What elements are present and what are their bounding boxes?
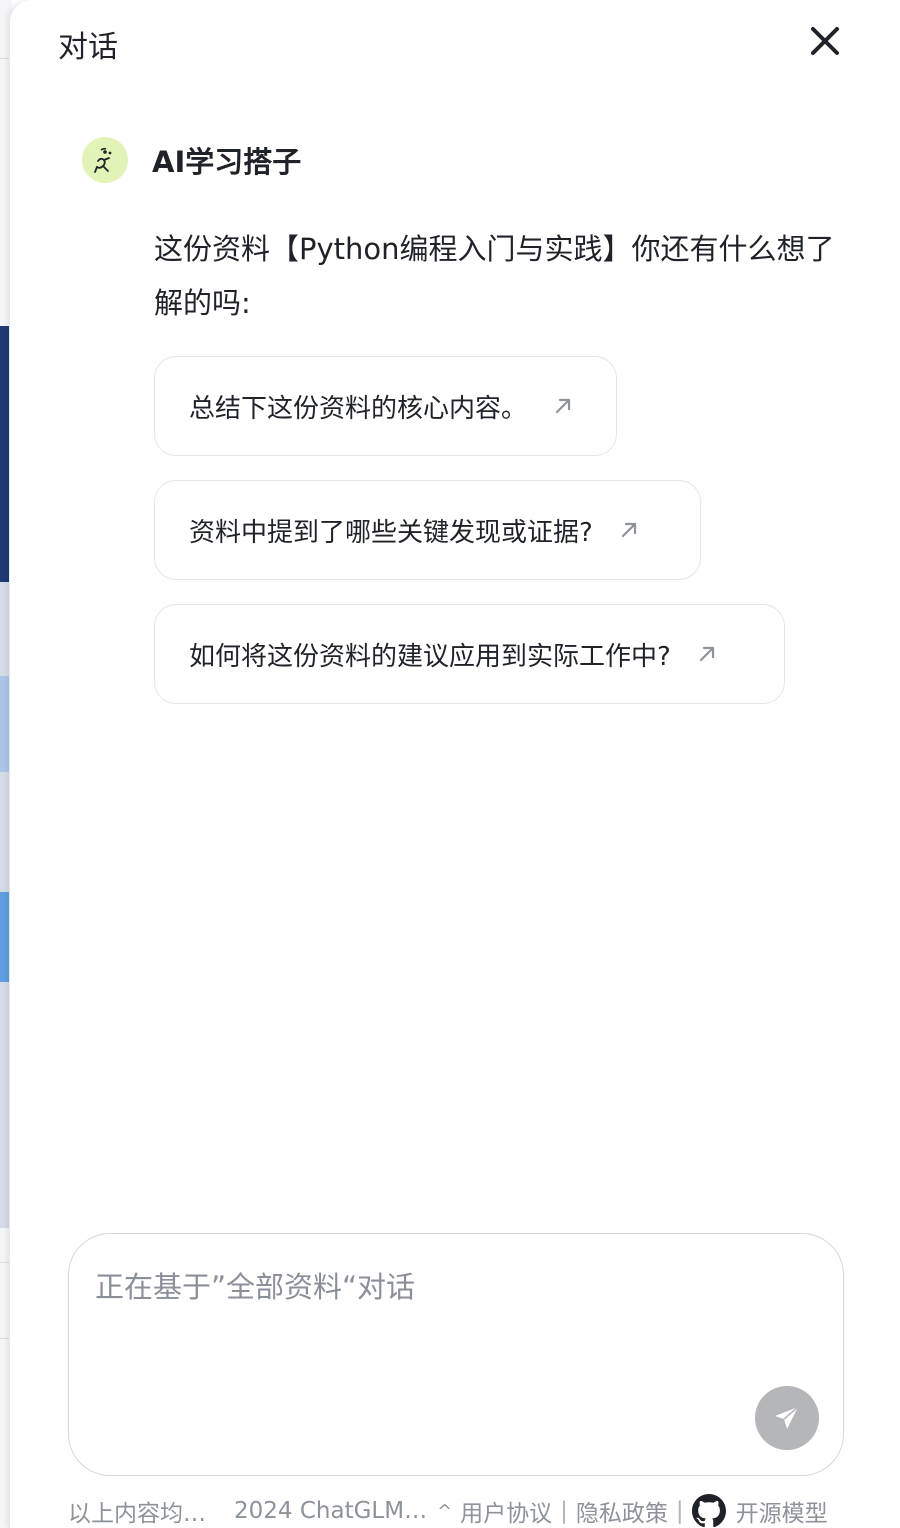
send-button[interactable] [755, 1386, 819, 1450]
mascot-avatar-icon [82, 137, 128, 183]
footer-copyright: 2024 ChatGLM… [234, 1498, 428, 1524]
github-icon [691, 1494, 726, 1528]
suggestion-label: 如何将这份资料的建议应用到实际工作中? [189, 641, 671, 672]
footer-separator: | [560, 1498, 568, 1524]
bot-name: AI学习搭子 [152, 145, 302, 179]
user-agreement-link[interactable]: 用户协议 [460, 1494, 552, 1528]
expand-caret-icon[interactable]: ^ [437, 1501, 452, 1522]
arrow-up-right-icon [619, 520, 639, 540]
bot-message: 这份资料【Python编程入门与实践】你还有什么想了解的吗: [154, 232, 835, 320]
suggestion-chip[interactable]: 如何将这份资料的建议应用到实际工作中? [154, 604, 785, 704]
open-source-model-link[interactable]: 开源模型 [736, 1494, 828, 1528]
chat-drawer: 对话 AI学习搭子 这份资料【Python编程入门与实践】你还有什么想了解的吗:… [9, 0, 900, 1528]
footer-separator: | [675, 1498, 684, 1524]
footer: 以上内容均… 2024 ChatGLM… ^ 用户协议 | 隐私政策 | 开源模… [68, 1494, 868, 1528]
close-button[interactable] [804, 20, 846, 62]
arrow-up-right-icon [697, 644, 717, 664]
suggestion-chip[interactable]: 总结下这份资料的核心内容。 [154, 356, 617, 456]
bot-header: AI学习搭子 [82, 137, 301, 183]
privacy-policy-link[interactable]: 隐私政策 [576, 1494, 668, 1528]
suggestion-label: 总结下这份资料的核心内容。 [189, 393, 528, 424]
close-icon [811, 27, 839, 55]
arrow-up-right-icon [553, 396, 573, 416]
chat-input-box [68, 1233, 844, 1476]
send-icon [775, 1406, 799, 1429]
suggestion-chip[interactable]: 资料中提到了哪些关键发现或证据? [154, 480, 701, 580]
suggestion-label: 资料中提到了哪些关键发现或证据? [189, 517, 593, 548]
chat-input[interactable] [95, 1264, 795, 1384]
footer-disclaimer: 以上内容均… [68, 1501, 206, 1527]
drawer-title: 对话 [58, 30, 118, 65]
